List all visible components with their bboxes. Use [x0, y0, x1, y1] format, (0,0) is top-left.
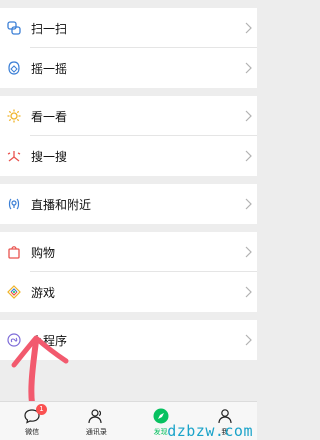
- chevron-right-icon: [245, 246, 252, 258]
- chevron-right-icon: [245, 150, 252, 162]
- menu-group-look-search: 看一看 搜一搜: [0, 96, 257, 176]
- tab-chats[interactable]: 1 微信: [0, 402, 64, 440]
- annotation-arrow: [11, 335, 69, 405]
- tab-contacts[interactable]: 通讯录: [64, 402, 128, 440]
- shake-icon: [5, 59, 23, 77]
- tab-label: 发现: [153, 428, 168, 436]
- chevron-right-icon: [245, 22, 252, 34]
- tab-label: 通讯录: [85, 428, 107, 436]
- tab-label: 微信: [25, 428, 40, 436]
- menu-item-label: 搜一搜: [31, 149, 68, 164]
- chevron-right-icon: [245, 334, 252, 346]
- menu-group-scan-shake: 扫一扫 摇一摇: [0, 8, 257, 88]
- menu-item-scan[interactable]: 扫一扫: [0, 8, 257, 48]
- menu-item-label: 扫一扫: [31, 21, 68, 36]
- chevron-right-icon: [245, 110, 252, 122]
- menu-group-shop-games: 购物 游戏: [0, 232, 257, 312]
- menu-group-live: 直播和附近: [0, 184, 257, 224]
- chevron-right-icon: [245, 286, 252, 298]
- menu-item-shopping[interactable]: 购物: [0, 232, 257, 272]
- live-nearby-icon: [5, 195, 23, 213]
- menu-item-label: 摇一摇: [31, 61, 68, 76]
- chevron-right-icon: [245, 198, 252, 210]
- search-icon: [5, 147, 23, 165]
- menu-item-search[interactable]: 搜一搜: [0, 136, 257, 176]
- menu-item-top-stories[interactable]: 看一看: [0, 96, 257, 136]
- top-stories-icon: [5, 107, 23, 125]
- menu-item-live-nearby[interactable]: 直播和附近: [0, 184, 257, 224]
- menu-item-label: 直播和附近: [31, 197, 92, 212]
- contacts-icon: [86, 407, 106, 425]
- menu-item-label: 购物: [31, 245, 56, 260]
- chevron-right-icon: [245, 62, 252, 74]
- games-icon: [5, 283, 23, 301]
- menu-item-shake[interactable]: 摇一摇: [0, 48, 257, 88]
- menu-item-label: 游戏: [31, 285, 56, 300]
- site-watermark: dzbzw.com: [167, 422, 253, 440]
- scan-icon: [5, 19, 23, 37]
- shopping-bag-icon: [5, 243, 23, 261]
- menu-item-games[interactable]: 游戏: [0, 272, 257, 312]
- menu-item-label: 看一看: [31, 109, 68, 124]
- unread-badge: 1: [36, 404, 47, 415]
